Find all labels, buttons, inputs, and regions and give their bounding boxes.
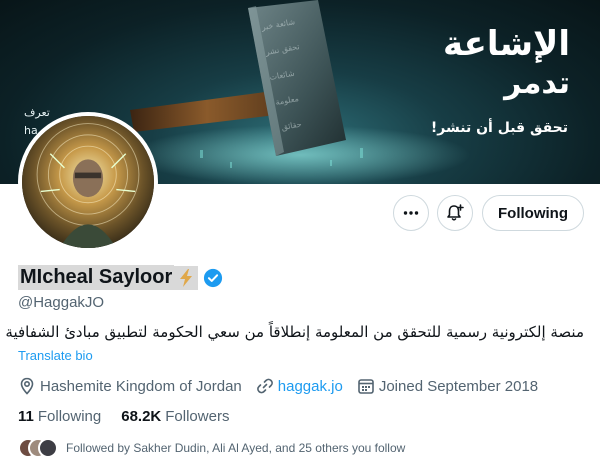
- verified-badge-icon: [204, 268, 223, 287]
- followers-count: 68.2K: [121, 408, 162, 425]
- profile-meta: Hashemite Kingdom of Jordan haggak.jo Jo…: [18, 377, 552, 395]
- lightning-icon: [174, 265, 199, 290]
- website-item[interactable]: haggak.jo: [256, 377, 343, 395]
- calendar-icon: [358, 379, 374, 394]
- followed-by-avatars: [18, 438, 58, 458]
- followers-stat[interactable]: 68.2K Followers: [121, 408, 229, 425]
- following-label: Following: [37, 408, 102, 425]
- notifications-button[interactable]: [437, 195, 473, 231]
- bell-plus-icon: [447, 204, 464, 221]
- banner-left-text: تعرف: [24, 106, 50, 119]
- followers-label: Followers: [165, 408, 230, 425]
- joined-item: Joined September 2018: [357, 377, 538, 395]
- profile-avatar[interactable]: [18, 112, 158, 252]
- translate-bio-link[interactable]: Translate bio: [18, 348, 93, 363]
- profile-bio: منصة إلكترونية رسمية للتحقق من المعلومة …: [5, 323, 584, 341]
- followed-by-row[interactable]: Followed by Sakher Dudin, Ali Al Ayed, a…: [18, 438, 405, 458]
- followed-by-text: Followed by Sakher Dudin, Ali Al Ayed, a…: [66, 441, 406, 455]
- following-button[interactable]: Following: [482, 195, 584, 231]
- following-count: 11: [18, 408, 34, 425]
- location-text: Hashemite Kingdom of Jordan: [40, 377, 242, 395]
- joined-text: Joined September 2018: [378, 377, 539, 395]
- ellipsis-icon: [403, 211, 419, 215]
- banner-subtitle: تدمر: [504, 66, 570, 101]
- avatar: [38, 438, 58, 458]
- follow-stats: 11 Following 68.2K Followers: [18, 408, 249, 425]
- banner-tagline: تحقق قبل أن تنشر!: [430, 120, 568, 136]
- location-pin-icon: [20, 377, 34, 395]
- profile-handle: @HaggakJO: [18, 294, 105, 311]
- more-options-button[interactable]: [393, 195, 429, 231]
- avatar-image: [22, 116, 154, 248]
- banner-title: الإشاعة: [442, 24, 570, 64]
- link-icon: [256, 378, 273, 394]
- website-link[interactable]: haggak.jo: [278, 378, 343, 395]
- profile-name-row: MIcheal Sayloor: [18, 265, 223, 290]
- display-name: MIcheal Sayloor: [18, 265, 175, 290]
- location-item: Hashemite Kingdom of Jordan: [18, 377, 242, 395]
- following-stat[interactable]: 11 Following: [18, 408, 101, 425]
